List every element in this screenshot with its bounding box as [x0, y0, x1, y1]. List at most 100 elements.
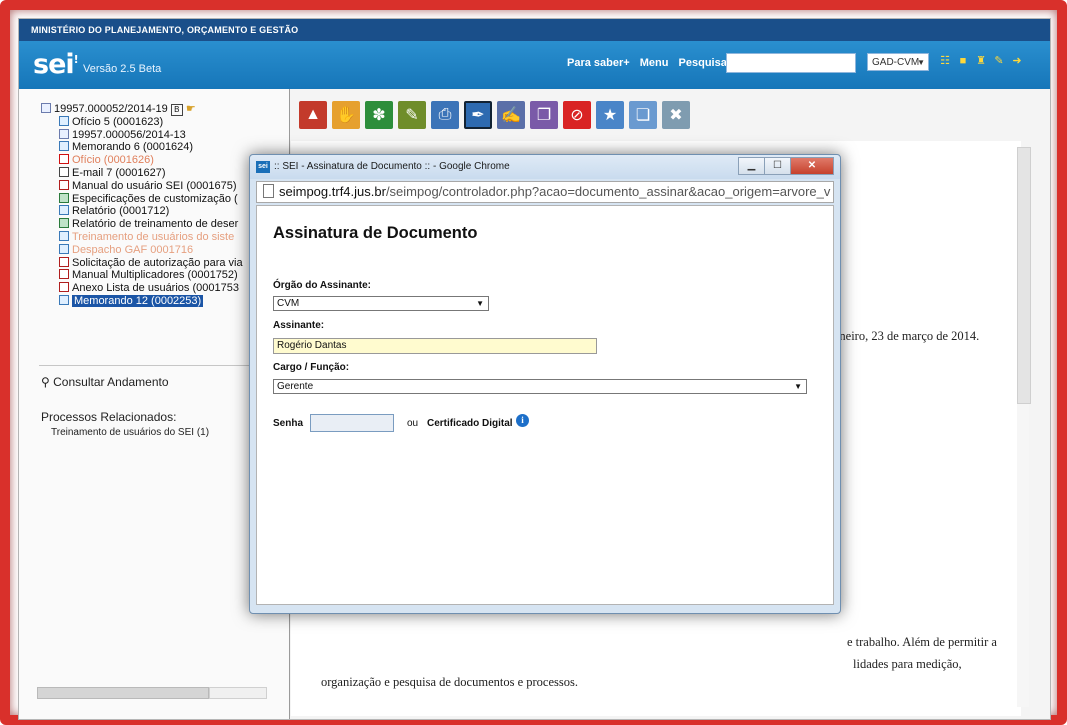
- related-process-link[interactable]: Treinamento de usuários do SEI (1): [51, 427, 209, 438]
- tree-item[interactable]: Treinamento de usuários do siste: [41, 230, 243, 244]
- tree-item-label: Memorando 6 (0001624): [72, 141, 194, 154]
- menu-link[interactable]: Menu: [640, 57, 669, 69]
- orgao-select[interactable]: CVM ▼: [273, 296, 489, 311]
- user-icon[interactable]: ♜: [975, 54, 987, 68]
- tree-item[interactable]: E-mail 7 (0001627): [41, 166, 243, 180]
- popup-title: :: SEI - Assinatura de Documento :: - Go…: [274, 161, 510, 172]
- tree-item-label: Treinamento de usuários do siste: [72, 230, 235, 243]
- signature-popup-window: sei :: SEI - Assinatura de Documento :: …: [249, 154, 841, 614]
- document-icon: [59, 141, 69, 152]
- ou-label: ou: [407, 418, 419, 429]
- pdf-icon: [59, 256, 69, 267]
- edit-document-icon[interactable]: ✎: [398, 101, 426, 129]
- tree-item[interactable]: Manual Multiplicadores (0001752): [41, 269, 243, 282]
- url-host: seimpog.trf4.jus.br: [279, 184, 386, 199]
- cargo-label: Cargo / Função:: [273, 362, 350, 373]
- new-document-icon[interactable]: ★: [596, 101, 624, 129]
- certificado-digital-link[interactable]: Certificado Digital: [427, 418, 513, 429]
- hand-icon[interactable]: ☛: [186, 103, 196, 115]
- cargo-select[interactable]: Gerente ▼: [273, 379, 807, 394]
- related-title: Processos Relacionados:: [41, 410, 177, 424]
- popup-titlebar[interactable]: sei :: SEI - Assinatura de Documento :: …: [250, 155, 840, 179]
- document-icon: [59, 205, 69, 216]
- horizontal-scrollbar[interactable]: [37, 687, 209, 699]
- cancel-document-icon[interactable]: ⊘: [563, 101, 591, 129]
- app-header: sei! Versão 2.5 Beta Para saber+ Menu Pe…: [19, 41, 1050, 89]
- tree-item-label: E-mail 7 (0001627): [72, 166, 166, 179]
- tree-item-label: Relatório (0001712): [72, 205, 170, 218]
- close-button[interactable]: ✕: [790, 157, 834, 175]
- tree-item-label: Solicitação de autorização para via: [72, 256, 243, 269]
- tree-item[interactable]: Relatório (0001712): [41, 205, 243, 218]
- pdf-icon: [59, 269, 69, 280]
- list-icon[interactable]: ☷: [939, 54, 951, 68]
- chevron-down-icon: ▼: [794, 382, 802, 391]
- pesquisa-link[interactable]: Pesquisa: [679, 57, 727, 69]
- sei-logo[interactable]: sei!: [33, 49, 79, 80]
- consultar-andamento-link[interactable]: ⚲ Consultar Andamento: [41, 375, 169, 389]
- document-text-line: e trabalho. Além de permitir a: [847, 635, 997, 649]
- document-icon: [59, 115, 69, 126]
- delete-icon[interactable]: ✖: [662, 101, 690, 129]
- tree-item[interactable]: Manual do usuário SEI (0001675): [41, 179, 243, 193]
- form-title: Assinatura de Documento: [273, 224, 478, 242]
- b-icon[interactable]: B: [170, 104, 183, 116]
- vertical-scrollbar[interactable]: [1017, 147, 1031, 404]
- sign-icon[interactable]: ✒: [464, 101, 492, 129]
- logout-icon[interactable]: ➜: [1011, 54, 1023, 68]
- tree-item[interactable]: 19957.000056/2014-13: [41, 128, 243, 142]
- senha-input[interactable]: [310, 414, 394, 432]
- assign-icon[interactable]: ✽: [365, 101, 393, 129]
- tree-item-label: Manual do usuário SEI (0001675): [72, 179, 237, 192]
- window-controls: ▁ ☐ ✕: [738, 157, 834, 175]
- document-text-line: organização e pesquisa de documentos e p…: [321, 675, 578, 689]
- tree-item-label: Ofício 5 (0001623): [72, 115, 164, 128]
- table-icon: [59, 218, 69, 229]
- tree-item[interactable]: Especificações de customização (: [41, 192, 243, 206]
- process-icon: [41, 103, 51, 113]
- tree-item-label: Ofício (0001626): [72, 154, 154, 167]
- process-tree: 19957.000052/2014-19 B ☛ Ofício 5 (00016…: [41, 103, 243, 308]
- tree-item[interactable]: Memorando 6 (0001624): [41, 141, 243, 154]
- copy-icon[interactable]: ❏: [629, 101, 657, 129]
- header-icons: ☷ ■ ♜ ✎ ➜: [939, 54, 1023, 68]
- process-node[interactable]: 19957.000052/2014-19 B ☛: [41, 103, 243, 116]
- process-icon: [59, 128, 69, 139]
- tree-item[interactable]: Ofício (0001626): [41, 154, 243, 167]
- info-icon[interactable]: i: [516, 414, 529, 427]
- assinante-input[interactable]: Rogério Dantas: [273, 338, 597, 354]
- tree-item[interactable]: Ofício 5 (0001623): [41, 115, 243, 129]
- tools-icon[interactable]: ✎: [993, 54, 1005, 68]
- senha-label: Senha: [273, 418, 304, 429]
- tree-item[interactable]: Memorando 12 (0002253): [41, 294, 243, 308]
- pdf-icon: [59, 179, 69, 190]
- block-sign-icon[interactable]: ✍: [497, 101, 525, 129]
- tree-item-label: Manual Multiplicadores (0001752): [72, 269, 238, 282]
- approve-icon[interactable]: ✋: [332, 101, 360, 129]
- tree-item-label: 19957.000056/2014-13: [72, 128, 186, 141]
- minimize-button[interactable]: ▁: [738, 157, 765, 175]
- assinante-label: Assinante:: [273, 320, 325, 331]
- email-icon: [59, 166, 69, 177]
- document-toolbar: ▲ ✋ ✽ ✎ ⎙ ✒ ✍ ❐ ⊘ ★ ❏ ✖: [299, 101, 690, 129]
- print-icon[interactable]: ⎙: [431, 101, 459, 129]
- tree-item[interactable]: Relatório de treinamento de deser: [41, 218, 243, 231]
- cancelled-icon: [59, 154, 69, 165]
- table-icon: [59, 192, 69, 203]
- notes-icon[interactable]: ■: [957, 54, 969, 68]
- send-process-icon[interactable]: ▲: [299, 101, 327, 129]
- tree-item[interactable]: Despacho GAF 0001716: [41, 243, 243, 257]
- chevron-down-icon: ▼: [476, 299, 484, 308]
- para-saber-link[interactable]: Para saber+: [567, 57, 630, 69]
- move-document-icon[interactable]: ❐: [530, 101, 558, 129]
- document-icon: [59, 294, 69, 305]
- scrollbar-track: [209, 687, 267, 699]
- orgao-label: Órgão do Assinante:: [273, 280, 371, 291]
- url-bar[interactable]: seimpog.trf4.jus.br/seimpog/controlador.…: [256, 181, 834, 203]
- tree-item[interactable]: Anexo Lista de usuários (0001753: [41, 282, 243, 295]
- unit-select[interactable]: GAD-CVM ▼: [867, 53, 929, 71]
- tree-item[interactable]: Solicitação de autorização para via: [41, 256, 243, 270]
- maximize-button[interactable]: ☐: [764, 157, 791, 175]
- search-icon: ⚲: [41, 375, 54, 389]
- search-input[interactable]: [726, 53, 856, 73]
